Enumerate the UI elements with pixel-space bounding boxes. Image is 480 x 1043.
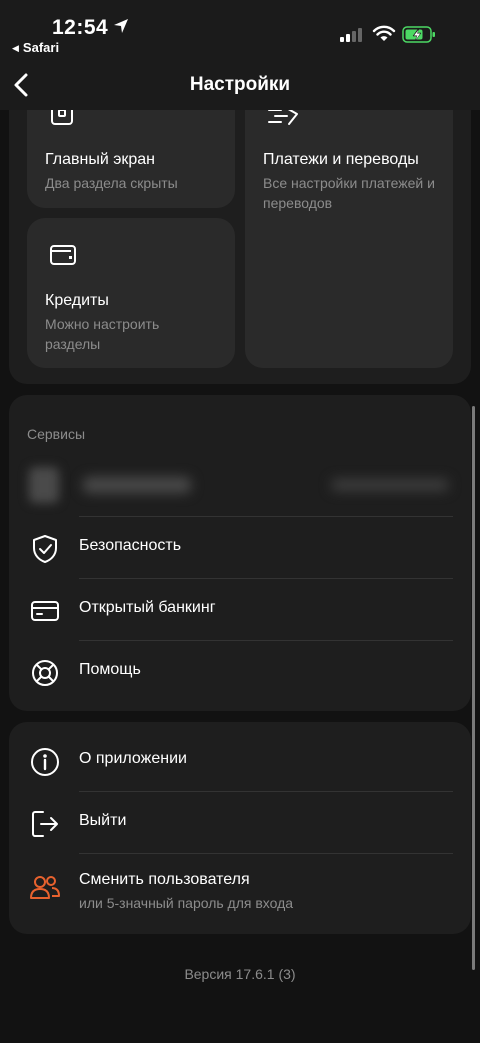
open-banking-label: Открытый банкинг <box>79 599 216 616</box>
battery-charging-icon <box>402 26 436 49</box>
app-section: О приложении Выйти Сменить пользователя … <box>9 722 471 934</box>
users-icon <box>29 872 61 904</box>
security-row[interactable]: Безопасность <box>9 517 471 579</box>
page-title: Настройки <box>189 74 291 95</box>
wifi-icon <box>372 25 396 48</box>
card-icon <box>29 595 61 627</box>
about-app-label: О приложении <box>79 750 187 767</box>
logout-row[interactable]: Выйти <box>9 792 471 854</box>
switch-user-subtitle: или 5-значный пароль для входа <box>79 895 294 911</box>
tile-credits-title: Кредиты <box>45 292 109 309</box>
tile-credits-subtitle: Можно настроить разделы <box>45 316 160 352</box>
tile-home-subtitle: Два раздела скрыты <box>45 175 178 191</box>
app-version: Версия 17.6.1 (3) <box>184 966 296 982</box>
tile-payments-subtitle: Все настройки платежей и переводов <box>263 175 435 211</box>
info-icon <box>29 746 61 778</box>
status-time: 12:54 <box>52 16 109 39</box>
back-to-app-link[interactable]: ◀ Safari <box>12 40 59 55</box>
help-row[interactable]: Помощь <box>9 641 471 703</box>
logout-icon <box>29 808 61 840</box>
help-label: Помощь <box>79 661 141 678</box>
tile-home-title: Главный экран <box>45 151 156 168</box>
security-label: Безопасность <box>79 537 182 554</box>
redacted-name <box>83 477 191 493</box>
open-banking-row[interactable]: Открытый банкинг <box>9 579 471 641</box>
switch-user-label: Сменить пользователя <box>79 871 250 888</box>
tile-credits[interactable]: Кредиты Можно настроить разделы <box>27 218 235 368</box>
nav-header: Настройки <box>0 58 480 110</box>
wallet-icon <box>49 244 77 273</box>
logout-label: Выйти <box>79 812 127 829</box>
services-section-label: Сервисы <box>27 426 86 442</box>
redacted-phone <box>331 479 449 491</box>
shield-check-icon <box>29 533 61 565</box>
status-bar: 12:54 ◀ Safari <box>0 0 480 58</box>
services-section: Сервисы Безопасность Открытый банкинг По… <box>9 395 471 711</box>
cellular-signal-icon <box>340 27 364 48</box>
tile-payments-title: Платежи и переводы <box>263 151 419 168</box>
about-app-row[interactable]: О приложении <box>9 730 471 792</box>
avatar <box>29 467 59 503</box>
lifebuoy-icon <box>29 657 61 689</box>
account-row-hidden[interactable] <box>9 455 471 517</box>
switch-user-row[interactable]: Сменить пользователя или 5-значный парол… <box>9 854 471 924</box>
location-arrow-icon <box>112 17 130 40</box>
back-app-label: Safari <box>22 40 60 55</box>
scrollbar[interactable] <box>472 406 475 970</box>
